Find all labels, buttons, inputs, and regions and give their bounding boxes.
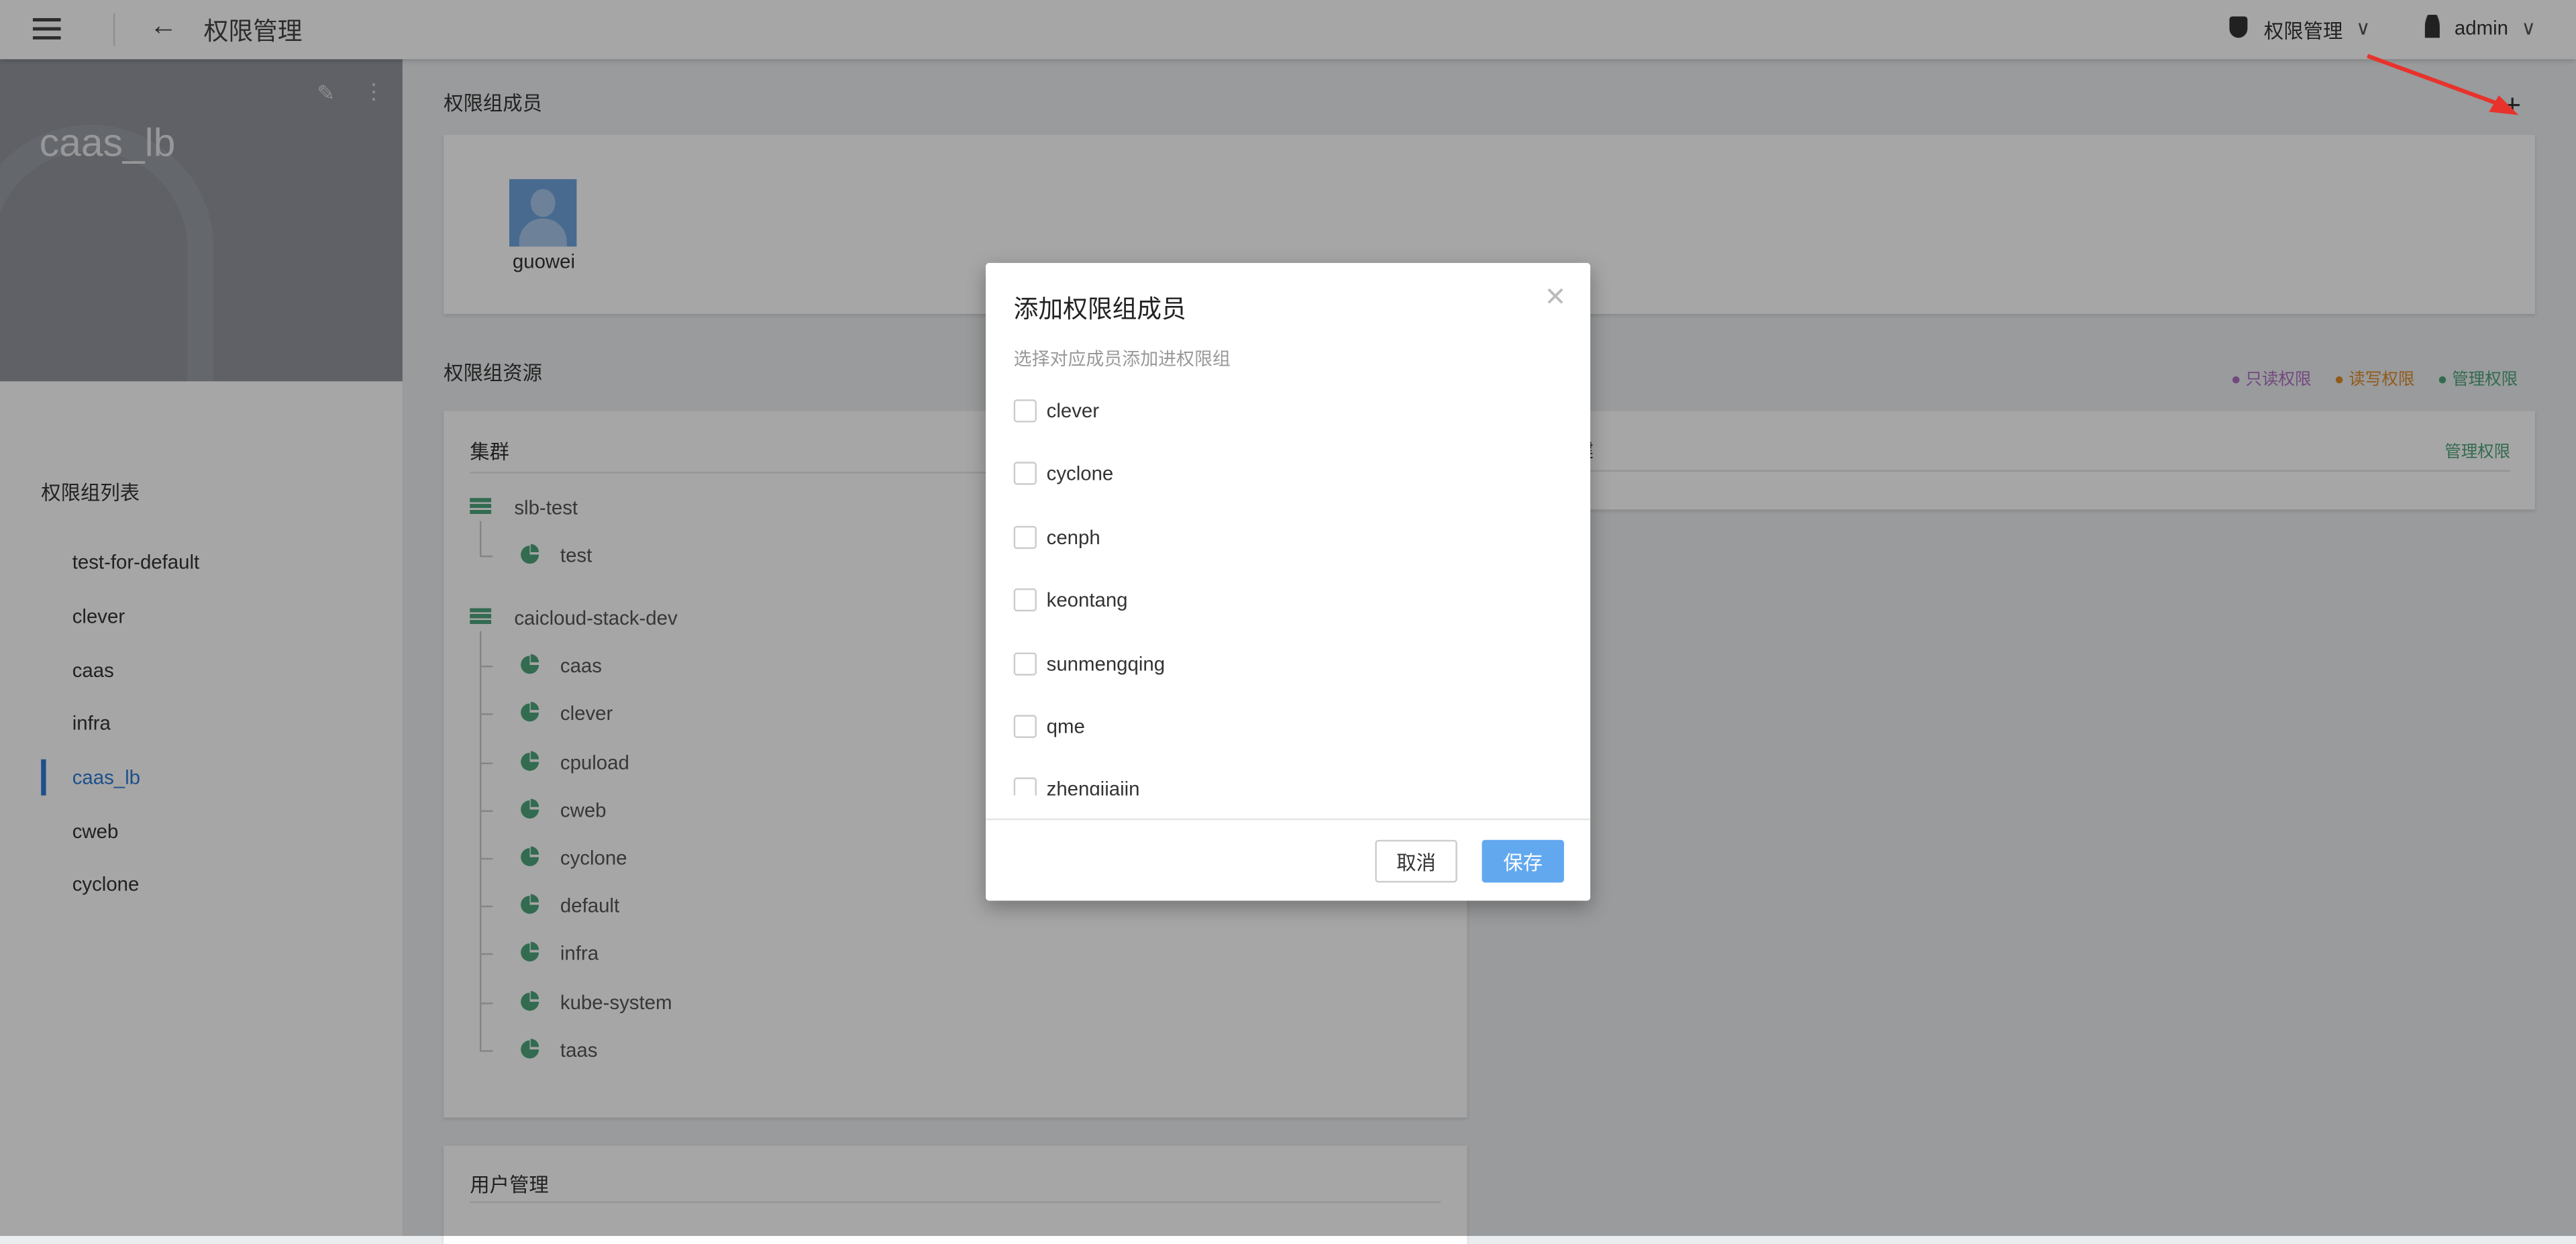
member-option-label: sunmengqing (1046, 652, 1166, 675)
member-option-label: qme (1046, 715, 1085, 738)
checkbox[interactable] (1013, 652, 1037, 675)
checkbox[interactable] (1013, 715, 1037, 738)
checkbox[interactable] (1013, 462, 1037, 486)
member-option-label: cyclone (1046, 462, 1114, 486)
member-option[interactable]: keontang (1013, 587, 1128, 613)
cancel-button[interactable]: 取消 (1375, 839, 1457, 883)
add-member-dialog: 添加权限组成员 ✕ 选择对应成员添加进权限组 clever cyclone cenp… (986, 262, 1591, 901)
member-option-label: keontang (1046, 588, 1128, 612)
checkbox[interactable] (1013, 525, 1037, 549)
close-icon[interactable]: ✕ (1544, 281, 1566, 314)
save-button[interactable]: 保存 (1482, 839, 1564, 883)
member-option-label: cenph (1046, 525, 1100, 549)
member-option[interactable]: zhengjiajin (1013, 776, 1140, 796)
red-arrow-annotation (2367, 54, 2519, 115)
member-option[interactable]: cyclone (1013, 461, 1114, 487)
member-option-label: zhengjiajin (1046, 778, 1140, 796)
checkbox[interactable] (1013, 399, 1037, 423)
member-option-label: clever (1046, 399, 1100, 423)
checkbox[interactable] (1013, 778, 1037, 796)
dialog-title: 添加权限组成员 (1013, 295, 1186, 324)
member-option[interactable]: cenph (1013, 524, 1100, 550)
member-options-list[interactable]: clever cyclone cenph keontang sunmengqing qme… (986, 384, 1590, 796)
member-option[interactable]: qme (1013, 713, 1085, 739)
member-option[interactable]: clever (1013, 398, 1100, 424)
checkbox[interactable] (1013, 588, 1037, 612)
member-option[interactable]: sunmengqing (1013, 650, 1166, 676)
dialog-subtitle: 选择对应成员添加进权限组 (1013, 350, 1231, 370)
